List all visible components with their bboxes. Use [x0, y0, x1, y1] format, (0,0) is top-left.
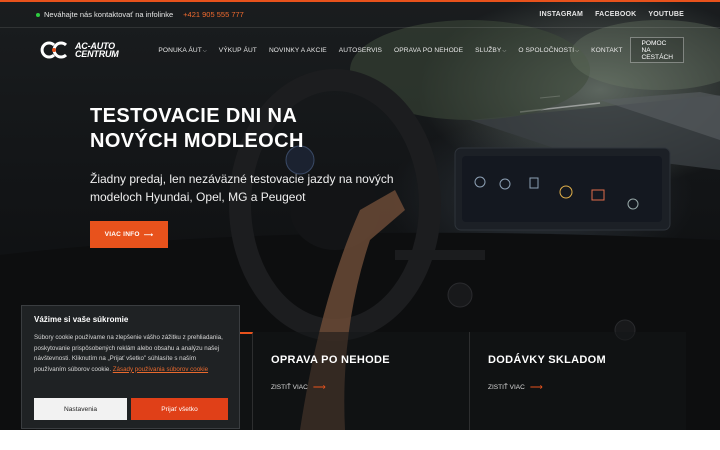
nav-item-label: SLUŽBY	[475, 46, 502, 54]
learn-more-link[interactable]: ZISTIŤ VIAC ⟶	[488, 382, 543, 393]
nav-item-autoservis[interactable]: AUTOSERVIS	[333, 47, 388, 54]
facebook-link[interactable]: FACEBOOK	[595, 11, 636, 18]
nav-item-label: VÝKUP ÁUT	[218, 46, 257, 54]
arrow-right-icon: ⟶	[312, 382, 326, 392]
learn-more-link[interactable]: ZISTIŤ VIAC ⟶	[271, 382, 326, 393]
hero-title: TESTOVACIE DNI NA NOVÝCH MODLEOCH	[90, 104, 410, 154]
nav-item-label: PONUKA ÁUT	[158, 46, 202, 54]
feature-card-oprava[interactable]: OPRAVA PO NEHODE ZISTIŤ VIAC ⟶	[253, 332, 470, 430]
cookie-settings-button[interactable]: Nastavenia	[34, 398, 127, 420]
cookie-accept-all-button[interactable]: Prijať všetko	[131, 398, 228, 420]
arrow-right-icon: ⟶	[529, 382, 543, 392]
nav-item-label: AUTOSERVIS	[338, 46, 383, 54]
nav-item-kontakt[interactable]: KONTAKT	[585, 47, 628, 54]
hero-title-line1: TESTOVACIE DNI NA	[90, 105, 298, 127]
feature-card-dodavky[interactable]: DODÁVKY SKLADOM ZISTIŤ VIAC ⟶	[470, 332, 686, 430]
phone-link[interactable]: +421 905 555 777	[183, 10, 244, 19]
logo-text-line2: CENTRUM	[75, 49, 119, 59]
cookie-title: Vážime si vaše súkromie	[34, 315, 129, 324]
nav-item-ponuka-aut[interactable]: PONUKA ÁUT⌵	[152, 47, 212, 54]
main-navigation: AC-AUTO CENTRUM PONUKA ÁUT⌵ VÝKUP ÁUT NO…	[0, 29, 720, 71]
cookie-consent-dialog: Vážime si vaše súkromie Súbory cookie po…	[21, 305, 240, 429]
ac-logo-icon	[40, 41, 68, 59]
nav-item-label: KONTAKT	[591, 46, 623, 54]
feature-card-title: OPRAVA PO NEHODE	[271, 354, 390, 366]
social-links: INSTAGRAM FACEBOOK YOUTUBE	[539, 11, 684, 18]
more-info-label: VIAC INFO	[104, 231, 140, 238]
chevron-down-icon: ⌵	[502, 47, 507, 54]
nav-item-label: OPRAVA PO NEHODE	[394, 46, 464, 54]
hero-subtitle: Žiadny predaj, len nezáväzné testovacie …	[90, 172, 394, 204]
arrow-right-icon: ⟶	[143, 231, 154, 239]
cookie-policy-link[interactable]: Zásady používania súborov cookie	[113, 366, 208, 373]
nav-item-o-spolocnosti[interactable]: O SPOLOČNOSTI⌵	[512, 47, 585, 54]
nav-item-label: NOVINKY A AKCIE	[268, 46, 327, 54]
cookie-buttons: Nastavenia Prijať všetko	[34, 398, 228, 420]
chevron-down-icon: ⌵	[202, 47, 207, 54]
top-accent-line	[0, 0, 720, 2]
nav-item-label: O SPOLOČNOSTI	[518, 46, 575, 54]
hero-title-line2: NOVÝCH MODLEOCH	[90, 130, 304, 152]
nav-item-sluzby[interactable]: SLUŽBY⌵	[469, 47, 512, 54]
nav-item-novinky-akcie[interactable]: NOVINKY A AKCIE	[263, 47, 333, 54]
online-status-dot	[36, 12, 40, 17]
top-info-bar: Neváhajte nás kontaktovať na infolinke +…	[0, 2, 720, 28]
nav-item-vykup-aut[interactable]: VÝKUP ÁUT	[213, 47, 263, 54]
feature-card-title: DODÁVKY SKLADOM	[488, 354, 606, 366]
infoline-text: Neváhajte nás kontaktovať na infolinke	[44, 10, 174, 19]
instagram-link[interactable]: INSTAGRAM	[539, 11, 583, 18]
learn-more-label: ZISTIŤ VIAC	[271, 384, 308, 391]
nav-item-oprava-po-nehode[interactable]: OPRAVA PO NEHODE	[388, 47, 469, 54]
site-logo[interactable]: AC-AUTO CENTRUM	[40, 41, 140, 59]
nav-menu: PONUKA ÁUT⌵ VÝKUP ÁUT NOVINKY A AKCIE AU…	[152, 37, 684, 63]
roadside-help-button[interactable]: POMOC NA CESTÁCH	[630, 37, 684, 63]
chevron-down-icon: ⌵	[575, 47, 580, 54]
learn-more-label: ZISTIŤ VIAC	[488, 384, 525, 391]
cookie-text: Súbory cookie používame na zlepšenie váš…	[34, 333, 227, 375]
youtube-link[interactable]: YOUTUBE	[648, 11, 684, 18]
more-info-button[interactable]: VIAC INFO ⟶	[90, 221, 168, 248]
